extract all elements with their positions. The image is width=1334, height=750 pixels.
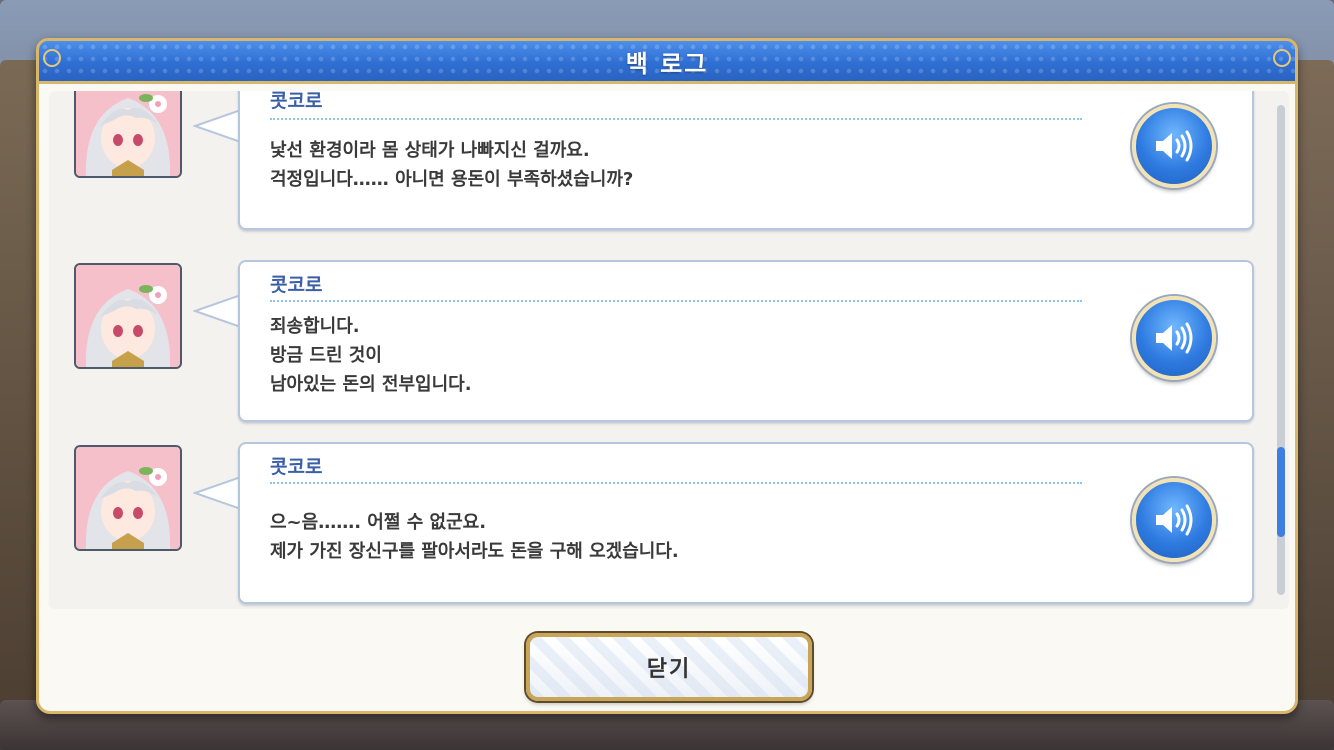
message-line: 죄송합니다. <box>270 316 360 337</box>
speaker-name: 콧코로 <box>270 91 323 112</box>
corner-ornament-icon <box>1273 49 1291 67</box>
message-line: 남아있는 돈의 전부입니다. <box>270 374 472 395</box>
character-portrait <box>74 91 182 178</box>
speaker-volume-icon <box>1156 130 1193 162</box>
voice-play-button[interactable] <box>1132 296 1216 380</box>
message-line: 방금 드린 것이 <box>270 345 382 366</box>
speaker-name: 콧코로 <box>270 456 323 478</box>
character-portrait <box>74 445 182 551</box>
character-portrait <box>74 263 182 369</box>
message-bubble: 콧코로 낯선 환경이라 몸 상태가 나빠지신 걸까요. 걱정입니다…… 아니면 … <box>238 91 1254 230</box>
message-line: 낯선 환경이라 몸 상태가 나빠지신 걸까요. <box>270 140 590 161</box>
message-line: 으~음……. 어쩔 수 없군요. <box>270 512 487 533</box>
speaker-divider <box>270 482 1082 484</box>
corner-ornament-icon <box>43 49 61 67</box>
speech-tail <box>193 476 241 510</box>
message-text: 낯선 환경이라 몸 상태가 나빠지신 걸까요. 걱정입니다…… 아니면 용돈이 … <box>270 136 633 194</box>
scrollbar-thumb[interactable] <box>1277 447 1285 537</box>
message-line: 걱정입니다…… 아니면 용돈이 부족하셨습니까? <box>270 169 634 190</box>
backlog-entry: 콧코로 낯선 환경이라 몸 상태가 나빠지신 걸까요. 걱정입니다…… 아니면 … <box>49 91 1269 243</box>
portrait-image-icon <box>76 91 180 176</box>
portrait-image-icon <box>76 447 180 549</box>
close-button[interactable]: 닫기 <box>526 633 812 701</box>
message-text: 으~음……. 어쩔 수 없군요. 제가 가진 장신구를 팔아서라도 돈을 구해 … <box>270 508 679 566</box>
backlog-list[interactable]: 콧코로 낯선 환경이라 몸 상태가 나빠지신 걸까요. 걱정입니다…… 아니면 … <box>49 91 1289 609</box>
message-text: 죄송합니다. 방금 드린 것이 남아있는 돈의 전부입니다. <box>270 312 472 399</box>
scrollbar-track[interactable] <box>1277 105 1285 595</box>
message-bubble: 콧코로 죄송합니다. 방금 드린 것이 남아있는 돈의 전부입니다. <box>238 260 1254 422</box>
speech-tail <box>193 109 241 143</box>
message-line: 제가 가진 장신구를 팔아서라도 돈을 구해 오겠습니다. <box>270 541 679 562</box>
speaker-name: 콧코로 <box>270 274 323 296</box>
portrait-image-icon <box>76 265 180 367</box>
voice-play-button[interactable] <box>1132 478 1216 562</box>
backlog-title-bar: 백 로그 <box>36 38 1298 84</box>
speaker-divider <box>270 118 1082 120</box>
close-button-label: 닫기 <box>646 657 692 682</box>
backlog-entry: 콧코로 으~음……. 어쩔 수 없군요. 제가 가진 장신구를 팔아서라도 돈을… <box>49 442 1269 609</box>
speaker-divider <box>270 300 1082 302</box>
speaker-volume-icon <box>1156 504 1193 536</box>
window-title: 백 로그 <box>625 49 709 78</box>
speaker-volume-icon <box>1156 322 1193 354</box>
speech-tail <box>193 294 241 328</box>
voice-play-button[interactable] <box>1132 104 1216 188</box>
message-bubble: 콧코로 으~음……. 어쩔 수 없군요. 제가 가진 장신구를 팔아서라도 돈을… <box>238 442 1254 604</box>
backlog-entry: 콧코로 죄송합니다. 방금 드린 것이 남아있는 돈의 전부입니다. <box>49 260 1269 428</box>
backlog-window: 백 로그 콧코로 낯선 환경이라 몸 상태가 나빠지신 걸까요. 걱정입니다……… <box>36 38 1298 714</box>
